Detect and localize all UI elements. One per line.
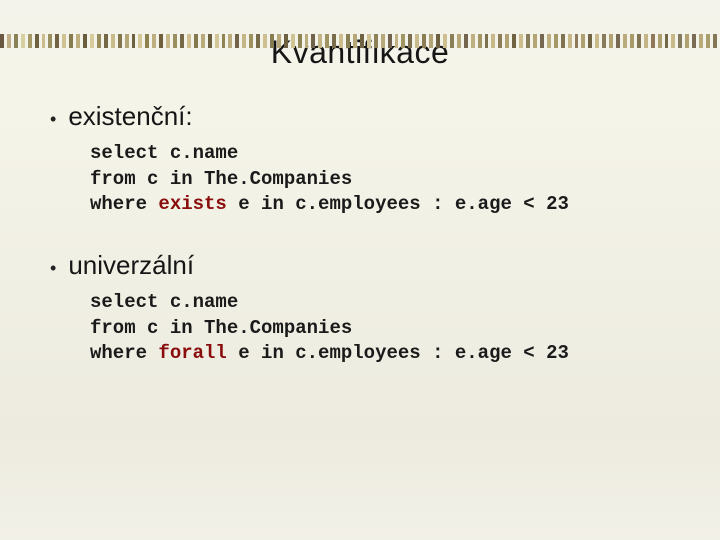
bullet-universal: • univerzální (50, 250, 670, 282)
bullet-label: existenční: (68, 101, 192, 132)
code-line: from c in The.Companies (90, 317, 352, 339)
code-line-prefix: where (90, 342, 158, 364)
keyword-exists: exists (158, 193, 226, 215)
code-line-suffix: e in c.employees : e.age < 23 (227, 193, 569, 215)
code-universal: select c.name from c in The.Companies wh… (90, 290, 670, 367)
code-line: select c.name (90, 291, 238, 313)
slide-content: • existenční: select c.name from c in Th… (50, 101, 670, 367)
code-line: select c.name (90, 142, 238, 164)
bullet-dot: • (50, 254, 56, 282)
code-line: from c in The.Companies (90, 168, 352, 190)
code-existential: select c.name from c in The.Companies wh… (90, 141, 670, 218)
bullet-existential: • existenční: (50, 101, 670, 133)
code-line-prefix: where (90, 193, 158, 215)
code-line-suffix: e in c.employees : e.age < 23 (227, 342, 569, 364)
keyword-forall: forall (158, 342, 226, 364)
decorative-stripes-top (0, 34, 720, 48)
bullet-dot: • (50, 105, 56, 133)
bullet-label: univerzální (68, 250, 194, 281)
